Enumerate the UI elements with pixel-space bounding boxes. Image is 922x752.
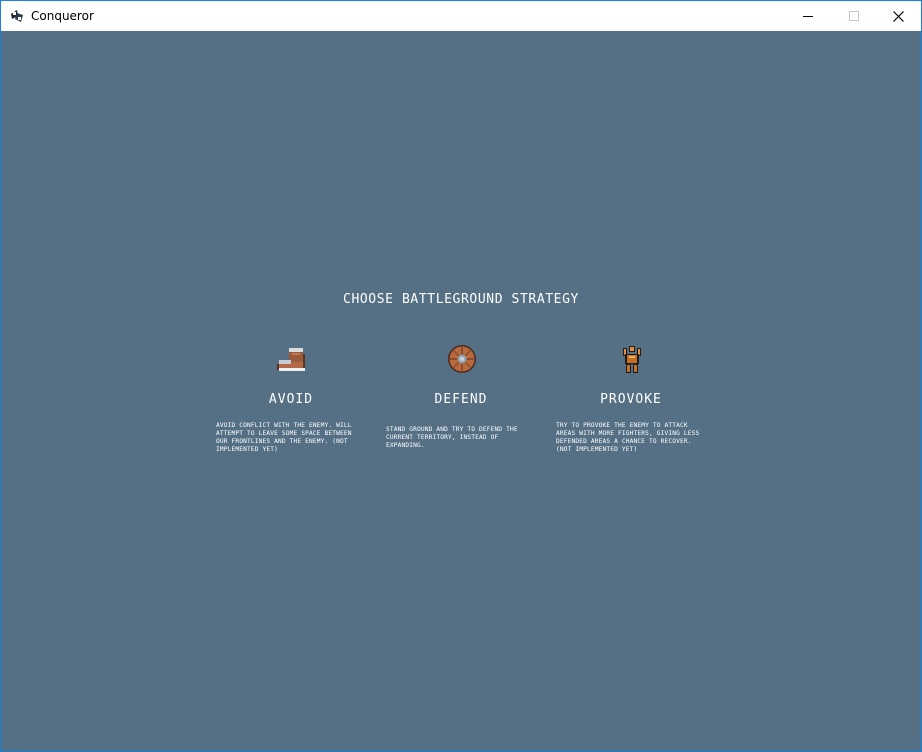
minimize-icon: [803, 11, 813, 21]
app-window: Conqueror CHOOSE BATTLEGROUND STRATEGY A…: [0, 0, 922, 752]
close-button[interactable]: [875, 1, 921, 31]
maximize-icon: [849, 11, 859, 21]
option-description: STAND GROUND AND TRY TO DEFEND THE CURRE…: [386, 426, 518, 449]
close-icon: [892, 10, 904, 22]
option-description: TRY TO PROVOKE THE ENEMY TO ATTACK AREAS…: [556, 422, 700, 453]
game-screen: CHOOSE BATTLEGROUND STRATEGY AVOID AVOID…: [1, 31, 921, 751]
screen-headline: CHOOSE BATTLEGROUND STRATEGY: [343, 292, 579, 307]
round-shield-icon: [445, 344, 479, 374]
app-icon: [9, 8, 25, 24]
window-title: Conqueror: [31, 9, 94, 23]
option-label: PROVOKE: [600, 392, 662, 407]
option-label: AVOID: [268, 392, 314, 407]
provoking-figure-icon: [615, 344, 649, 374]
minimize-button[interactable]: [785, 1, 831, 31]
title-bar[interactable]: Conqueror: [1, 1, 921, 31]
option-label: DEFEND: [434, 392, 488, 407]
option-description: AVOID CONFLICT WITH THE ENEMY. WILL ATTE…: [216, 422, 352, 453]
boot-icon: [275, 344, 309, 374]
maximize-button[interactable]: [831, 1, 877, 31]
